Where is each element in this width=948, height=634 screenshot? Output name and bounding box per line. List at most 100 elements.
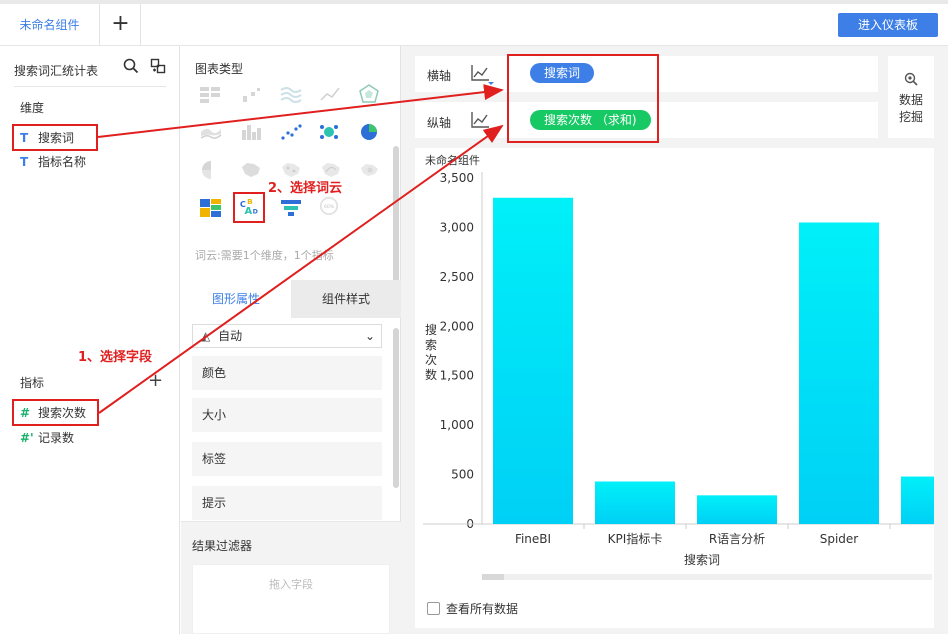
area-chart-icon[interactable] [279,84,303,104]
y-axis-label: 纵轴 [427,116,452,130]
grouped-bar-chart-icon[interactable] [239,122,263,142]
data-mining-label: 数据挖掘 [898,93,923,124]
x-tick-label: KPI指标卡 [608,531,663,546]
x-tick-label: R语言分析 [709,532,765,546]
stacked-area-chart-icon[interactable] [199,122,223,142]
chart-types-title: 图表类型 [195,62,244,76]
highlight-box-search-count [12,399,99,426]
number-field-icon: #' [20,431,34,445]
search-icon[interactable] [123,58,139,74]
property-size[interactable]: 大小 [192,398,382,432]
chart-type-hint: 词云:需要1个维度，1个指标 [195,249,334,262]
property-tabs: 图形属性 组件样式 [181,280,401,318]
field-settings-icon[interactable] [150,58,166,74]
bar-chart: 05001,0001,5002,0002,5003,0003,500FineBI… [423,171,934,580]
bar [493,197,573,524]
x-tick-label: Spider [820,532,859,546]
bubble-chart-icon[interactable] [317,122,341,142]
tab-shape-properties[interactable]: 图形属性 [181,280,291,318]
x-axis-title: 搜索词 [684,552,720,567]
divider [14,86,166,87]
add-tab-button[interactable]: + [101,4,141,46]
properties-scrollbar[interactable] [393,328,399,488]
scatter-chart-icon[interactable] [279,122,303,142]
annotation-step-1: 1、选择字段 [78,350,153,365]
y-axis-title: 索 [425,338,437,352]
measure-section-label: 指标 [20,376,45,390]
y-tick-label: 1,500 [440,369,474,383]
enter-dashboard-button[interactable]: 进入仪表板 [838,13,938,37]
heat-map-icon[interactable] [357,160,381,180]
field-record-count[interactable]: #' 记录数 [20,427,74,449]
annotation-step-2: 2、选择词云 [268,181,343,196]
table-chart-icon[interactable] [199,84,223,104]
region-map-icon[interactable] [239,160,263,180]
gauge-chart-icon[interactable]: 60% [317,196,341,216]
y-tick-label: 1,000 [440,418,474,432]
bar [595,481,675,524]
view-all-data-label: 查看所有数据 [446,602,519,616]
y-axis-title: 次 [425,353,437,367]
pie-chart-icon[interactable] [357,122,381,142]
dimension-section-label: 维度 [20,101,45,115]
data-mining-icon [904,72,918,86]
view-all-data-checkbox[interactable]: 查看所有数据 [427,600,518,617]
field-metric-name[interactable]: T 指标名称 [20,151,86,173]
rose-chart-icon[interactable] [199,160,223,180]
chart-config-panel: 图表类型 C B A D 60% 词云:需要1个维度，1个指标 图形属性 组件样… [181,46,401,634]
highlight-box-word-cloud [233,192,265,223]
text-field-icon: T [20,155,29,169]
result-filter-title: 结果过滤器 [192,539,253,553]
chart-preview-panel: 横轴 搜索词 纵轴 搜索次数 （求和) 数据挖掘 未命名组件 0 500 1,000… [401,46,948,634]
shape-type-value: 自动 [218,329,243,343]
bar [799,222,879,524]
divider [181,521,401,522]
y-tick-label: 2,500 [440,270,474,284]
window-top-strip [0,0,948,4]
checkbox-icon[interactable] [427,602,440,615]
scatter-bar-chart-icon[interactable] [239,84,263,104]
field-label: 指标名称 [38,155,87,169]
y-axis-title: 搜 [425,322,437,337]
chart-canvas: 未命名组件 0 500 1,000 1,500 2,000 2,500 3,000 3,500… [415,148,934,628]
y-tick-label: 3,000 [440,220,474,234]
gauge-icon-label: 60% [324,204,335,210]
field-label: 记录数 [38,431,75,445]
x-axis-chart-icon[interactable] [469,63,495,85]
y-axis-shelf[interactable]: 纵轴 搜索次数 （求和) [415,102,878,138]
x-axis-shelf[interactable]: 横轴 搜索词 [415,56,878,92]
filter-drop-zone[interactable]: 拖入字段 [192,564,390,634]
add-measure-button[interactable]: + [148,370,163,391]
property-tooltip[interactable]: 提示 [192,486,382,520]
x-axis-label: 横轴 [427,69,452,83]
data-mining-button[interactable]: 数据挖掘 [888,56,934,138]
property-label[interactable]: 标签 [192,442,382,476]
x-tick-label: FineBI [515,532,551,546]
highlight-box-search-term [12,124,98,151]
y-tick-label: 500 [451,468,474,482]
y-axis-title: 数 [425,367,437,382]
table-name: 搜索词汇统计表 [14,64,99,78]
x-axis-field-pill[interactable]: 搜索词 [530,63,595,83]
chevron-down-icon: ⌄ [364,329,375,343]
chart-types-scrollbar[interactable] [393,146,399,286]
chart-scrollbar-thumb [482,574,504,580]
treemap-chart-icon[interactable] [199,198,223,218]
tab-unnamed-component[interactable]: 未命名组件 [0,4,100,46]
line-chart-icon[interactable] [319,84,343,104]
y-tick-label: 3,500 [440,171,474,185]
tab-component-style[interactable]: 组件样式 [291,280,401,318]
radar-chart-icon[interactable] [357,84,381,104]
property-color[interactable]: 颜色 [192,356,382,390]
y-axis-field-pill[interactable]: 搜索次数 （求和) [530,110,651,130]
y-axis-chart-icon[interactable] [469,110,495,132]
bar [901,476,934,524]
funnel-chart-icon[interactable] [279,198,303,218]
y-tick-label: 2,000 [440,319,474,333]
bar [697,495,777,524]
shape-type-select[interactable]: ◭ 自动 ⌄ [192,324,382,348]
auto-shape-icon: ◭ [201,329,211,343]
field-panel: 搜索词汇统计表 维度 T 搜索词 T 指标名称 指标 + # 搜索次数 #' 记录数 [0,46,180,634]
chart-scrollbar-track [482,574,932,580]
top-bar: 未命名组件 + 进入仪表板 [0,0,948,46]
